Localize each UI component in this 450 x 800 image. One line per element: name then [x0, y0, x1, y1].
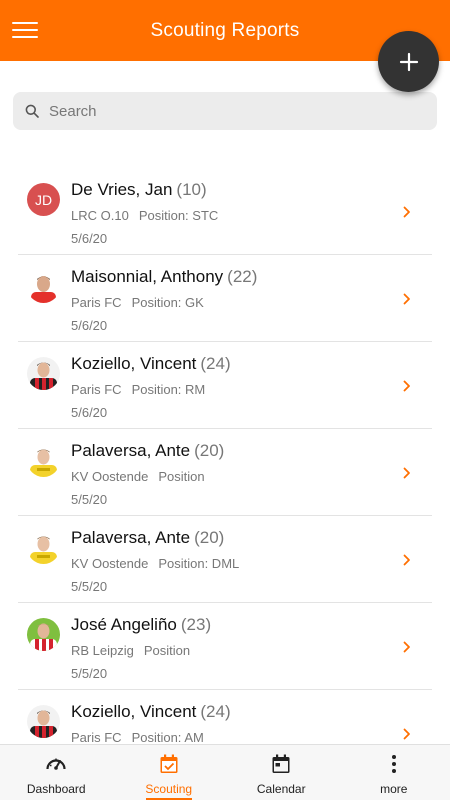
club-name: KV Oostende	[71, 556, 149, 571]
nav-label: Scouting	[145, 782, 193, 796]
report-list-item[interactable]: Koziello, Vincent (24) Paris FC Position: R…	[18, 342, 432, 429]
player-name-line: De Vries, Jan (10)	[71, 180, 207, 200]
club-position-line: RB Leipzig Position	[71, 643, 190, 658]
player-age: (22)	[227, 267, 258, 286]
hamburger-menu-icon[interactable]	[12, 17, 42, 43]
avatar	[27, 531, 60, 564]
club-name: LRC O.10	[71, 208, 129, 223]
chevron-right-icon	[403, 554, 410, 566]
player-age: (20)	[194, 441, 225, 460]
report-date: 5/5/20	[71, 492, 108, 507]
club-position-line: KV Oostende Position: DML	[71, 556, 239, 571]
nav-label: Dashboard	[26, 782, 86, 796]
avatar	[27, 357, 60, 390]
player-name: Koziello, Vincent	[71, 702, 197, 721]
search-icon	[25, 104, 39, 118]
chevron-right-icon	[403, 641, 410, 653]
calendar-icon	[272, 754, 290, 773]
add-report-button[interactable]	[378, 31, 439, 92]
player-name-line: Koziello, Vincent (24)	[71, 354, 231, 374]
nav-label: more	[380, 782, 408, 796]
player-name-line: José Angeliño (23)	[71, 615, 211, 635]
player-age: (23)	[180, 615, 212, 634]
avatar	[27, 705, 60, 738]
club-position-line: Paris FC Position: GK	[71, 295, 204, 310]
player-name-line: Maisonnial, Anthony (22)	[71, 267, 257, 287]
player-name: Palaversa, Ante	[71, 441, 191, 460]
player-name-line: Palaversa, Ante (20)	[71, 528, 224, 548]
report-date: 5/6/20	[71, 405, 108, 420]
player-position: Position: RM	[131, 382, 206, 397]
player-age: (20)	[194, 528, 225, 547]
club-position-line: Paris FC Position: RM	[71, 382, 205, 397]
nav-dashboard[interactable]: Dashboard	[0, 745, 113, 800]
avatar: JD	[27, 183, 60, 216]
nav-scouting[interactable]: Scouting	[113, 745, 226, 800]
player-position: Position	[143, 643, 191, 658]
chevron-right-icon	[403, 467, 410, 479]
chevron-right-icon	[403, 206, 410, 218]
avatar	[27, 618, 60, 651]
player-age: (24)	[200, 702, 231, 721]
player-name: Maisonnial, Anthony	[71, 267, 224, 286]
report-list-item[interactable]: JD De Vries, Jan (10) LRC O.10 Position: STC…	[18, 168, 432, 255]
chevron-right-icon	[403, 380, 410, 392]
player-position: Position	[158, 469, 205, 484]
player-name-line: Koziello, Vincent (24)	[71, 702, 231, 722]
search-input[interactable]	[49, 102, 409, 120]
avatar	[27, 444, 60, 477]
club-position-line: Paris FC Position: AM	[71, 730, 204, 745]
player-position: Position: GK	[131, 295, 204, 310]
nav-more[interactable]: more	[338, 745, 450, 800]
report-list: JD De Vries, Jan (10) LRC O.10 Position: STC…	[18, 168, 432, 777]
report-date: 5/6/20	[71, 318, 108, 333]
club-name: Paris FC	[71, 730, 122, 745]
player-position: Position: AM	[131, 730, 204, 745]
chevron-right-icon	[403, 293, 410, 305]
player-name: De Vries, Jan	[71, 180, 173, 199]
chevron-right-icon	[403, 728, 410, 740]
report-list-item[interactable]: Palaversa, Ante (20) KV Oostende Position 5/…	[18, 429, 432, 516]
player-age: (10)	[176, 180, 207, 199]
report-list-item[interactable]: Maisonnial, Anthony (22) Paris FC Position:…	[18, 255, 432, 342]
calendar-check-icon	[160, 754, 178, 773]
plus-icon	[399, 52, 418, 71]
nav-label: Calendar	[256, 782, 306, 796]
avatar-initials: JD	[34, 191, 53, 208]
report-list-item[interactable]: José Angeliño (23) RB Leipzig Position 5/5/2…	[18, 603, 432, 690]
club-name: Paris FC	[71, 295, 122, 310]
club-position-line: LRC O.10 Position: STC	[71, 208, 218, 223]
club-name: KV Oostende	[71, 469, 149, 484]
page-title: Scouting Reports	[150, 19, 300, 41]
club-name: Paris FC	[71, 382, 122, 397]
search-bar[interactable]	[13, 92, 437, 130]
nav-calendar[interactable]: Calendar	[225, 745, 338, 800]
club-name: RB Leipzig	[71, 643, 134, 658]
bottom-navigation: Dashboard Scouting Calendar more	[0, 744, 450, 800]
club-position-line: KV Oostende Position	[71, 469, 205, 484]
player-name: Palaversa, Ante	[71, 528, 191, 547]
report-list-item[interactable]: Palaversa, Ante (20) KV Oostende Position: …	[18, 516, 432, 603]
report-date: 5/5/20	[71, 579, 108, 594]
report-date: 5/5/20	[71, 666, 108, 681]
avatar	[27, 270, 60, 303]
report-date: 5/6/20	[71, 231, 108, 246]
player-age: (24)	[200, 354, 231, 373]
speedometer-icon	[46, 758, 66, 770]
more-vertical-icon	[391, 755, 396, 773]
player-position: Position: DML	[158, 556, 240, 571]
player-position: Position: STC	[138, 208, 219, 223]
player-name: José Angeliño	[71, 615, 177, 634]
player-name-line: Palaversa, Ante (20)	[71, 441, 224, 461]
player-name: Koziello, Vincent	[71, 354, 197, 373]
